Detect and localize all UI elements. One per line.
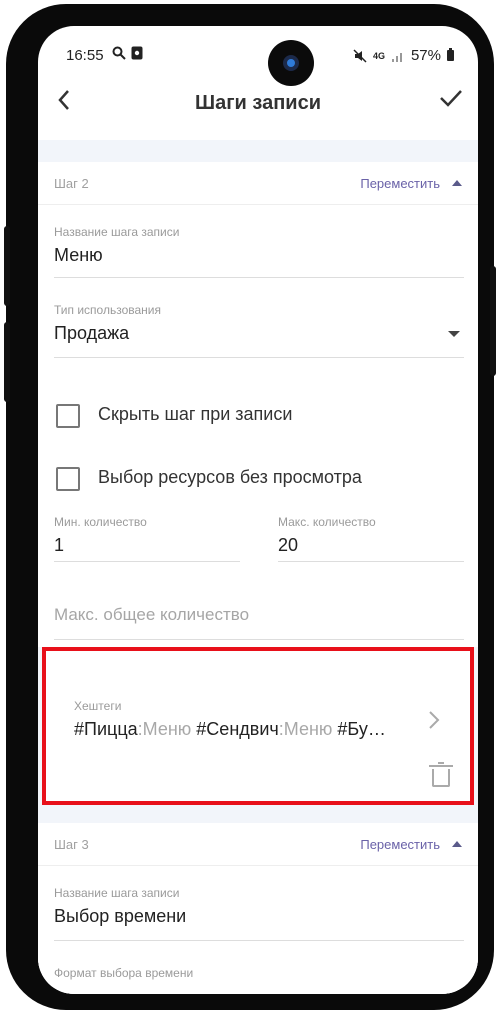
page-title: Шаги записи — [195, 92, 321, 114]
mute-icon — [353, 48, 367, 63]
usage-type-select[interactable]: Тип использования Продажа — [54, 303, 464, 358]
status-time: 16:55 — [66, 47, 104, 64]
field-label: Мин. количество — [54, 515, 147, 529]
hashtag-list: #Пицца:Меню #Сендвич:Меню #Бу… — [74, 719, 394, 740]
field-value: 1 — [54, 535, 65, 555]
step2-card: Название шага записи Меню Тип использова… — [38, 205, 478, 647]
max-total-quantity-field[interactable]: Макс. общее количество — [54, 597, 464, 640]
hashtag-name: #Сендвич — [191, 719, 279, 739]
step3-card: Название шага записи Выбор времени Форма… — [38, 866, 478, 994]
steps-list: Шаг 2 Переместить Название шага записи М… — [38, 126, 478, 994]
app-bar: Шаги записи — [38, 82, 478, 126]
hashtag-category: :Меню — [278, 719, 333, 739]
field-label: Тип использования — [54, 303, 161, 317]
move-step-button[interactable]: Переместить — [360, 837, 440, 852]
battery-icon — [447, 48, 454, 61]
status-icons-right: 4G 57% — [353, 47, 454, 64]
camera-lens — [283, 55, 299, 71]
checkbox-label: Выбор ресурсов без просмотра — [98, 467, 362, 487]
front-camera — [268, 40, 314, 86]
field-value: Меню — [54, 245, 103, 265]
app-notification-icon — [131, 46, 143, 60]
field-value: 20 — [278, 535, 299, 555]
chevron-right-icon[interactable] — [428, 709, 440, 737]
volume-button — [4, 322, 10, 402]
step-label: Шаг 2 — [54, 176, 89, 191]
collapse-up-icon[interactable] — [452, 180, 462, 186]
signal-icon — [391, 52, 402, 62]
field-label: Название шага записи — [54, 886, 180, 900]
step-name-field[interactable]: Название шага записи Выбор времени — [54, 886, 464, 941]
field-value: Продажа — [54, 323, 130, 343]
move-step-button[interactable]: Переместить — [360, 176, 440, 191]
checkbox-label: Скрыть шаг при записи — [98, 404, 293, 424]
field-label: Хештеги — [74, 699, 122, 713]
collapse-up-icon[interactable] — [452, 841, 462, 847]
confirm-button[interactable] — [438, 84, 464, 116]
min-quantity-field[interactable]: Мин. количество 1 — [54, 515, 240, 562]
status-bar: 16:55 4G 57% — [38, 42, 478, 66]
field-label: Формат выбора времени — [54, 966, 194, 980]
trash-icon[interactable] — [429, 762, 453, 787]
step-name-field[interactable]: Название шага записи Меню — [54, 225, 464, 278]
volume-button — [4, 226, 10, 306]
field-label: Макс. количество — [278, 515, 376, 529]
time-format-select[interactable]: Формат выбора времени — [54, 966, 464, 994]
search-icon — [112, 46, 126, 60]
hashtag-name: #Бу… — [332, 719, 386, 739]
hashtags-field[interactable]: Хештеги #Пицца:Меню #Сендвич:Меню #Бу… — [42, 647, 474, 805]
hashtag-category: :Меню — [137, 719, 192, 739]
max-quantity-field[interactable]: Макс. количество 20 — [278, 515, 464, 562]
dropdown-arrow-icon — [448, 331, 460, 337]
checkbox-icon — [56, 404, 80, 428]
step2-header: Шаг 2 Переместить — [38, 162, 478, 205]
hashtag-name: #Пицца — [74, 719, 138, 739]
field-label: Название шага записи — [54, 225, 180, 239]
check-icon — [440, 90, 462, 107]
field-placeholder: Макс. общее количество — [54, 605, 250, 624]
screen: 16:55 4G 57% Шаги записи Шаг 2 Перемести… — [38, 26, 478, 994]
step-label: Шаг 3 — [54, 837, 89, 852]
battery-percent: 57% — [410, 47, 441, 64]
phone-frame: 16:55 4G 57% Шаги записи Шаг 2 Перемести… — [4, 4, 496, 1010]
step1-tail — [38, 126, 478, 140]
field-value: Выбор времени — [54, 906, 187, 926]
power-button — [490, 266, 496, 376]
network-type: 4G — [372, 50, 385, 61]
checkbox-icon — [56, 467, 80, 491]
step3-header: Шаг 3 Переместить — [38, 823, 478, 866]
status-icons-left — [112, 46, 143, 60]
